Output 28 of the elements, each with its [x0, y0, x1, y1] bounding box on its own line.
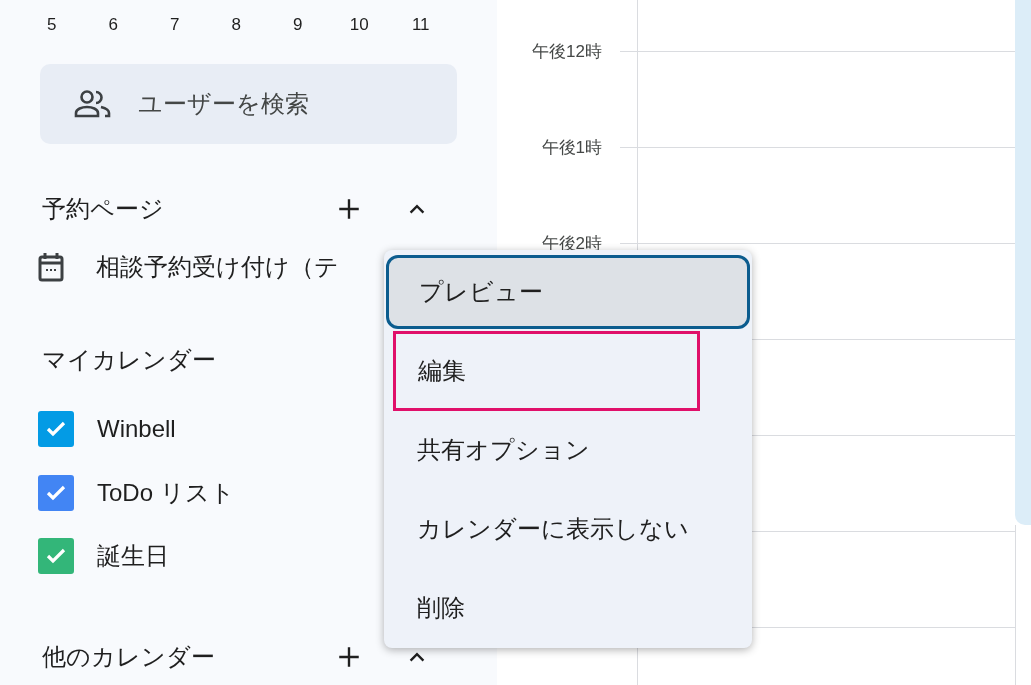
calendar-day[interactable]: 5 [41, 12, 103, 52]
calendar-name: Winbell [97, 414, 176, 445]
menu-item[interactable]: 共有オプション [386, 412, 750, 487]
user-search-input[interactable]: ユーザーを検索 [138, 85, 388, 122]
calendar-day[interactable]: 9 [287, 12, 349, 52]
section-title: マイカレンダー [42, 344, 216, 375]
calendar-day[interactable]: 8 [225, 12, 287, 52]
booking-page-item[interactable]: 相談予約受け付け（テ [96, 248, 339, 285]
search-field[interactable]: ユーザーを検索 [40, 63, 457, 144]
time-label: 午後12時 [532, 41, 602, 63]
time-label: 午後1時 [541, 137, 602, 159]
people-icon [74, 88, 112, 119]
calendar-name: ToDo リスト [97, 477, 235, 508]
calendar-day[interactable]: 10 [348, 12, 410, 52]
calendar-checkbox[interactable] [38, 538, 74, 575]
calendar-checkbox[interactable] [38, 411, 74, 448]
calendar-checkbox[interactable] [38, 474, 74, 511]
menu-item[interactable]: 編集 [396, 333, 697, 408]
section-title: 予約ページ [42, 194, 165, 225]
calendar-day[interactable]: 11 [410, 12, 472, 52]
calendar-name: 誕生日 [97, 541, 169, 572]
calendar-day[interactable]: 7 [164, 12, 226, 52]
menu-item[interactable]: 削除 [386, 570, 750, 645]
calendar-icon [38, 251, 64, 282]
section-title: 他のカレンダー [42, 642, 216, 673]
menu-item[interactable]: プレビュー [386, 254, 750, 329]
calendar-day[interactable]: 6 [102, 12, 164, 52]
menu-item[interactable]: カレンダーに表示しない [386, 491, 750, 566]
